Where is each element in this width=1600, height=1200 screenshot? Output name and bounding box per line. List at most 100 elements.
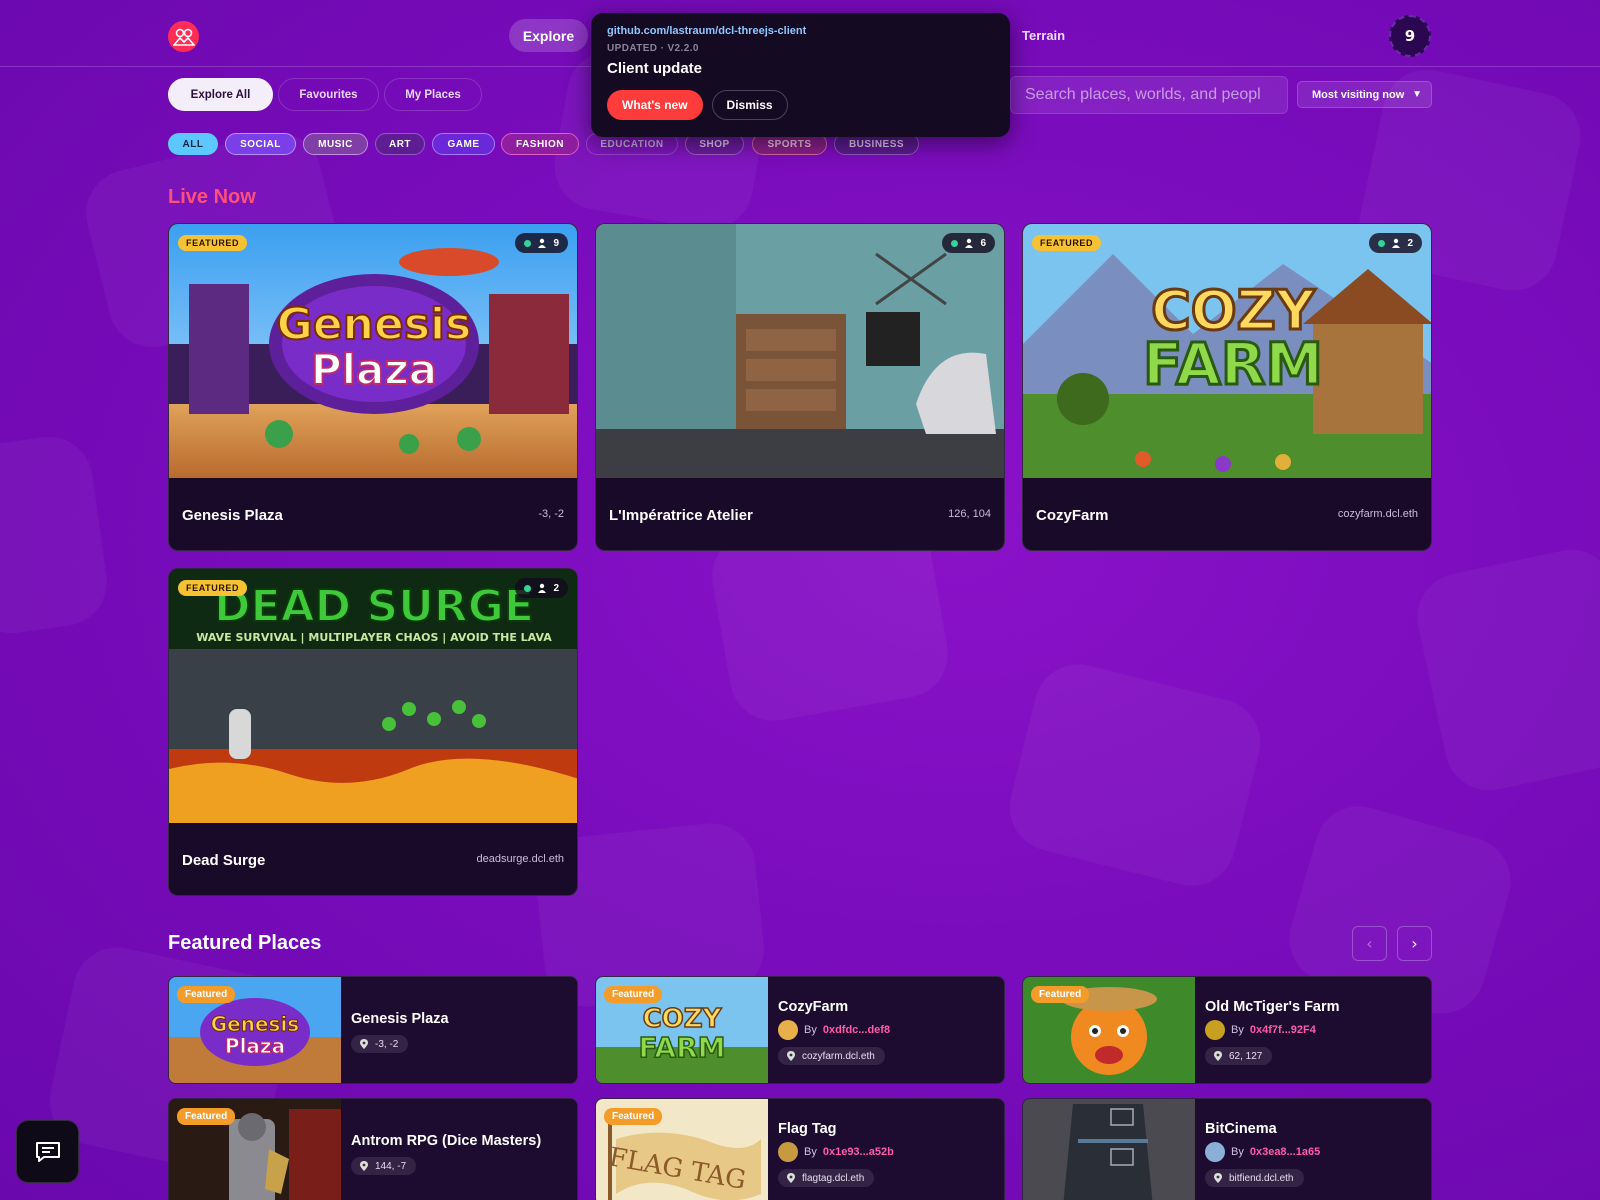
users-online-badge: 9 bbox=[515, 233, 568, 253]
category-social[interactable]: SOCIAL bbox=[225, 133, 296, 155]
decentraland-logo-icon[interactable] bbox=[168, 21, 199, 52]
online-dot bbox=[1378, 239, 1386, 247]
place-title: Genesis Plaza bbox=[351, 1011, 449, 1027]
location-text: cozyfarm.dcl.eth bbox=[802, 1050, 875, 1062]
bitcinema-thumbnail bbox=[1023, 1099, 1195, 1200]
svg-text:Plaza: Plaza bbox=[311, 345, 437, 394]
user-avatar-badge[interactable]: 9 bbox=[1389, 15, 1431, 57]
svg-text:FARM: FARM bbox=[1143, 330, 1323, 398]
chevron-left-icon[interactable]: ‹ bbox=[1352, 926, 1387, 961]
dismiss-button[interactable]: Dismiss bbox=[711, 90, 788, 120]
tab-explore-all[interactable]: Explore All bbox=[168, 78, 273, 111]
tab-favourites[interactable]: Favourites bbox=[278, 78, 379, 111]
nav-terrain[interactable]: Terrain bbox=[1022, 28, 1065, 43]
place-location: deadsurge.dcl.eth bbox=[476, 853, 564, 865]
whats-new-button[interactable]: What's new bbox=[607, 90, 703, 120]
live-card-cozyfarm[interactable]: COZY FARM FEATURED 2 CozyFarm cozyfarm.d… bbox=[1022, 223, 1432, 551]
category-art[interactable]: ART bbox=[375, 133, 425, 155]
place-name: L'Impératrice Atelier bbox=[609, 507, 753, 524]
by-label: By bbox=[804, 1024, 817, 1036]
sort-select[interactable]: Most visiting now ▼ bbox=[1297, 81, 1432, 108]
author-link[interactable]: 0xdfdc...def8 bbox=[823, 1024, 890, 1036]
location-pill: cozyfarm.dcl.eth bbox=[778, 1047, 885, 1065]
featured-card-genesis-plaza[interactable]: Genesis Plaza Featured Genesis Plaza -3,… bbox=[168, 976, 578, 1084]
avatar bbox=[778, 1020, 798, 1040]
background-tile bbox=[1409, 541, 1600, 799]
dead-surge-thumbnail: DEAD SURGE WAVE SURVIVAL | MULTIPLAYER C… bbox=[169, 569, 577, 823]
avatar bbox=[1205, 1020, 1225, 1040]
author-link[interactable]: 0x4f7f...92F4 bbox=[1250, 1024, 1316, 1036]
featured-badge: Featured bbox=[177, 1108, 236, 1125]
location-text: 144, -7 bbox=[375, 1160, 407, 1172]
featured-card-antrom-rpg[interactable]: Featured Antrom RPG (Dice Masters) 144, … bbox=[168, 1098, 578, 1200]
tab-my-places[interactable]: My Places bbox=[384, 78, 482, 111]
place-title: Flag Tag bbox=[778, 1121, 837, 1137]
pin-icon bbox=[1214, 1051, 1222, 1061]
location-pill: 144, -7 bbox=[351, 1157, 417, 1175]
svg-text:Genesis: Genesis bbox=[277, 299, 472, 350]
location-pill: bitfiend.dcl.eth bbox=[1205, 1169, 1304, 1187]
by-label: By bbox=[1231, 1146, 1244, 1158]
avatar bbox=[778, 1142, 798, 1162]
place-location: cozyfarm.dcl.eth bbox=[1337, 508, 1418, 520]
pin-icon bbox=[360, 1039, 368, 1049]
author-line: By 0xdfdc...def8 bbox=[778, 1020, 890, 1040]
category-fashion[interactable]: FASHION bbox=[501, 133, 579, 155]
location-text: bitfiend.dcl.eth bbox=[1229, 1172, 1294, 1184]
users-count: 9 bbox=[553, 237, 559, 249]
chat-button[interactable] bbox=[16, 1120, 79, 1183]
author-link[interactable]: 0x1e93...a52b bbox=[823, 1146, 894, 1158]
category-all[interactable]: ALL bbox=[168, 133, 218, 155]
category-music[interactable]: MUSIC bbox=[303, 133, 368, 155]
online-dot bbox=[524, 584, 532, 592]
live-card-dead-surge[interactable]: DEAD SURGE WAVE SURVIVAL | MULTIPLAYER C… bbox=[168, 568, 578, 896]
chevron-right-icon[interactable]: › bbox=[1397, 926, 1432, 961]
featured-badge: FEATURED bbox=[178, 580, 248, 596]
featured-badge: Featured bbox=[604, 986, 663, 1003]
featured-card-flag-tag[interactable]: FLAG TAG Featured Flag Tag By 0x1e93...a… bbox=[595, 1098, 1005, 1200]
svg-text:FARM: FARM bbox=[638, 1031, 725, 1064]
chat-icon bbox=[35, 1141, 60, 1162]
featured-card-old-mctigers-farm[interactable]: Featured Old McTiger's Farm By 0x4f7f...… bbox=[1022, 976, 1432, 1084]
place-title: BitCinema bbox=[1205, 1121, 1277, 1137]
user-icon bbox=[538, 583, 547, 593]
users-count: 2 bbox=[553, 582, 559, 594]
by-label: By bbox=[1231, 1024, 1244, 1036]
svg-text:DEAD SURGE: DEAD SURGE bbox=[214, 581, 534, 632]
location-text: -3, -2 bbox=[375, 1038, 399, 1050]
featured-places-title: Featured Places bbox=[168, 932, 322, 954]
users-count: 2 bbox=[1407, 237, 1413, 249]
featured-badge: FEATURED bbox=[1032, 235, 1102, 251]
users-online-badge: 2 bbox=[515, 578, 568, 598]
genesis-plaza-thumbnail: Genesis Plaza bbox=[169, 224, 577, 478]
background-tile bbox=[1000, 655, 1270, 895]
by-label: By bbox=[804, 1146, 817, 1158]
location-text: flagtag.dcl.eth bbox=[802, 1172, 865, 1184]
location-pill: flagtag.dcl.eth bbox=[778, 1169, 875, 1187]
category-game[interactable]: GAME bbox=[432, 133, 495, 155]
featured-card-cozyfarm[interactable]: COZY FARM Featured CozyFarm By 0xdfdc...… bbox=[595, 976, 1005, 1084]
svg-text:COZY: COZY bbox=[643, 1004, 723, 1034]
user-icon bbox=[538, 238, 547, 248]
pin-icon bbox=[360, 1161, 368, 1171]
sort-select-value: Most visiting now bbox=[1312, 88, 1405, 101]
location-pill: 62, 127 bbox=[1205, 1047, 1273, 1065]
author-line: By 0x3ea8...1a65 bbox=[1205, 1142, 1320, 1162]
search-input[interactable]: Search places, worlds, and peopl bbox=[1010, 76, 1288, 114]
online-dot bbox=[524, 239, 532, 247]
users-online-badge: 6 bbox=[942, 233, 995, 253]
live-card-imperatrice-atelier[interactable]: 6 L'Impératrice Atelier 126, 104 bbox=[595, 223, 1005, 551]
live-card-genesis-plaza[interactable]: Genesis Plaza FEATURED 9 Genesis Plaza -… bbox=[168, 223, 578, 551]
popup-url[interactable]: github.com/lastraum/dcl-threejs-client bbox=[607, 25, 994, 37]
client-update-popup: github.com/lastraum/dcl-threejs-client U… bbox=[591, 13, 1010, 137]
users-count: 6 bbox=[980, 237, 986, 249]
pin-icon bbox=[1214, 1173, 1222, 1183]
featured-badge: Featured bbox=[1031, 986, 1090, 1003]
featured-card-bitcinema[interactable]: BitCinema By 0x3ea8...1a65 bitfiend.dcl.… bbox=[1022, 1098, 1432, 1200]
svg-text:Genesis: Genesis bbox=[211, 1012, 299, 1036]
chevron-down-icon: ▼ bbox=[1412, 89, 1422, 100]
place-location: -3, -2 bbox=[538, 508, 564, 520]
author-link[interactable]: 0x3ea8...1a65 bbox=[1250, 1146, 1320, 1158]
users-online-badge: 2 bbox=[1369, 233, 1422, 253]
nav-explore[interactable]: Explore bbox=[509, 19, 588, 52]
